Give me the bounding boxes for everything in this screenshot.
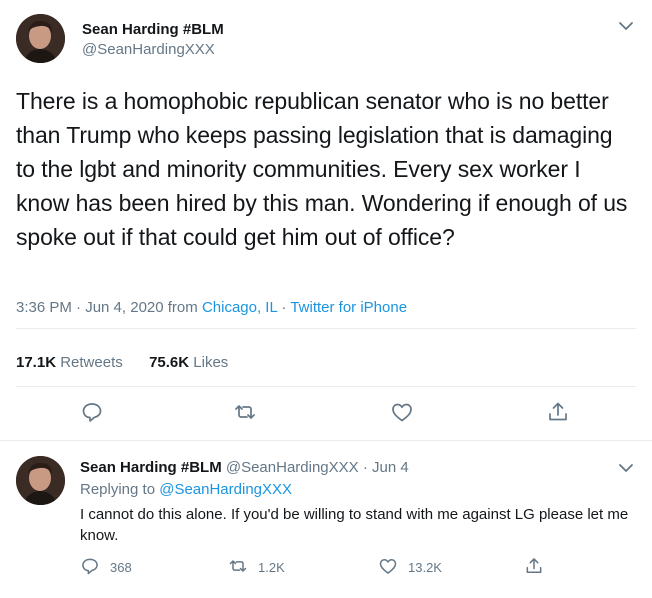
handle[interactable]: @SeanHardingXXX [82,40,224,60]
retweet-count: 1.2K [258,560,285,575]
retweet-button[interactable]: 1.2K [228,556,285,579]
like-button[interactable]: 13.2K [378,556,442,579]
likes-label: Likes [193,354,229,371]
divider [0,440,652,441]
like-count: 13.2K [408,560,442,575]
tweet-header [16,14,65,63]
chevron-down-icon[interactable] [616,16,636,36]
chevron-down-icon[interactable] [616,458,636,483]
avatar[interactable] [16,456,65,505]
tweet-meta: 3:36 PM · Jun 4, 2020 from Chicago, IL ·… [16,298,407,318]
display-name[interactable]: Sean Harding #BLM [80,459,222,476]
meta-separator: · [277,299,291,316]
author-names: Sean Harding #BLM @SeanHardingXXX [82,20,224,60]
replying-prefix: Replying to [80,481,160,498]
retweets-stat[interactable]: 17.1K Retweets [16,354,123,371]
replying-to-link[interactable]: @SeanHardingXXX [159,481,292,498]
source-link[interactable]: Twitter for iPhone [290,299,407,316]
divider [16,386,636,387]
retweets-label: Retweets [60,354,123,371]
likes-count: 75.6K [149,354,190,371]
divider [16,328,636,329]
engagement-stats: 17.1K Retweets 75.6K Likes [16,353,228,373]
reply-button[interactable]: 368 [80,556,132,579]
retweet-icon [228,556,248,579]
reply-text: I cannot do this alone. If you'd be will… [80,506,629,544]
timestamp[interactable]: 3:36 PM · Jun 4, 2020 from [16,299,202,316]
share-icon [524,556,544,579]
likes-stat[interactable]: 75.6K Likes [149,354,228,371]
tweet-text: There is a homophobic republican senator… [16,88,628,250]
retweets-count: 17.1K [16,354,57,371]
share-icon[interactable] [546,400,570,429]
share-button[interactable] [524,556,544,579]
like-icon [378,556,398,579]
reply-header: Sean Harding #BLM @SeanHardingXXX · Jun … [80,458,409,478]
reply-tweet[interactable]: Sean Harding #BLM @SeanHardingXXX · Jun … [0,446,652,598]
reply-icon [80,556,100,579]
reply-actions: 368 1.2K 13.2K [80,556,600,578]
tweet-actions [0,400,652,426]
replying-to: Replying to @SeanHardingXXX [80,480,292,500]
display-name[interactable]: Sean Harding #BLM [82,20,224,40]
location-link[interactable]: Chicago, IL [202,299,277,316]
like-icon[interactable] [390,400,414,429]
avatar[interactable] [16,14,65,63]
handle-date[interactable]: @SeanHardingXXX · Jun 4 [226,459,409,476]
retweet-icon[interactable] [233,400,257,429]
reply-count: 368 [110,560,132,575]
reply-icon[interactable] [80,400,104,429]
